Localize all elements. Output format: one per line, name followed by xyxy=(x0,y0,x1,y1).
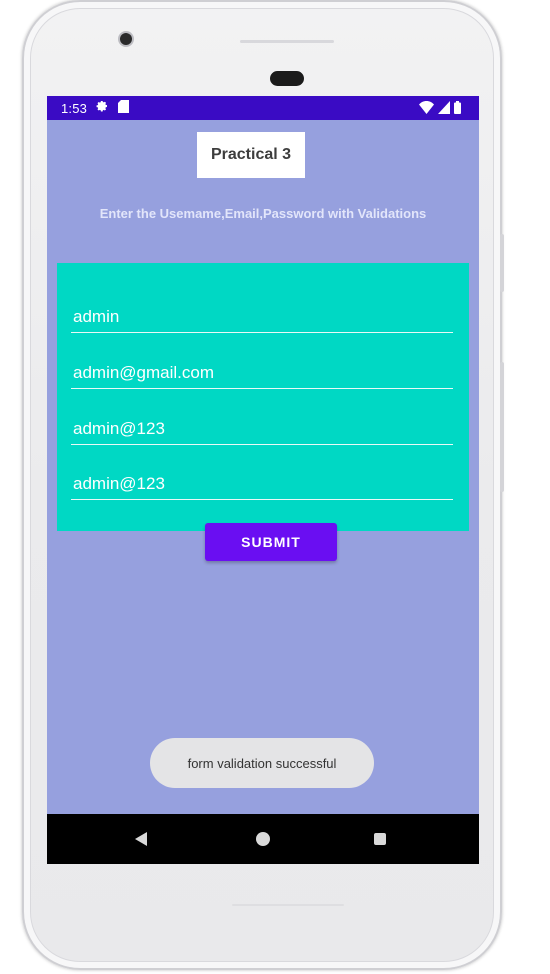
password-field[interactable]: admin@123 xyxy=(71,417,453,445)
recents-icon[interactable] xyxy=(374,833,386,845)
back-icon[interactable] xyxy=(135,832,147,846)
wifi-icon xyxy=(419,101,434,117)
top-speaker-grille xyxy=(240,40,334,43)
instruction-text: Enter the Usemame,Email,Password with Va… xyxy=(99,206,427,221)
toast-message: form validation successful xyxy=(150,738,374,788)
status-bar: 1:53 xyxy=(47,96,479,120)
volume-button xyxy=(500,362,504,492)
navigation-bar xyxy=(47,814,479,864)
email-field[interactable]: admin@gmail.com xyxy=(71,361,453,389)
battery-icon xyxy=(454,101,461,117)
sd-card-icon xyxy=(118,100,130,116)
home-icon[interactable] xyxy=(256,832,270,846)
username-field[interactable]: admin xyxy=(71,305,453,333)
status-time: 1:53 xyxy=(61,100,88,116)
settings-icon xyxy=(96,100,109,116)
status-right-icons xyxy=(419,101,461,117)
device-screen: 1:53 Practical 3 Enter the Usemame,Email… xyxy=(47,96,479,864)
bottom-speaker-grille xyxy=(232,904,344,906)
submit-button[interactable]: SUBMIT xyxy=(205,523,337,561)
power-button xyxy=(500,234,504,292)
confirm-password-field[interactable]: admin@123 xyxy=(71,472,453,500)
signal-icon xyxy=(438,101,450,117)
page-title: Practical 3 xyxy=(197,132,305,178)
earpiece xyxy=(270,71,304,86)
form-panel: admin admin@gmail.com admin@123 admin@12… xyxy=(57,263,469,531)
front-camera xyxy=(120,33,132,45)
